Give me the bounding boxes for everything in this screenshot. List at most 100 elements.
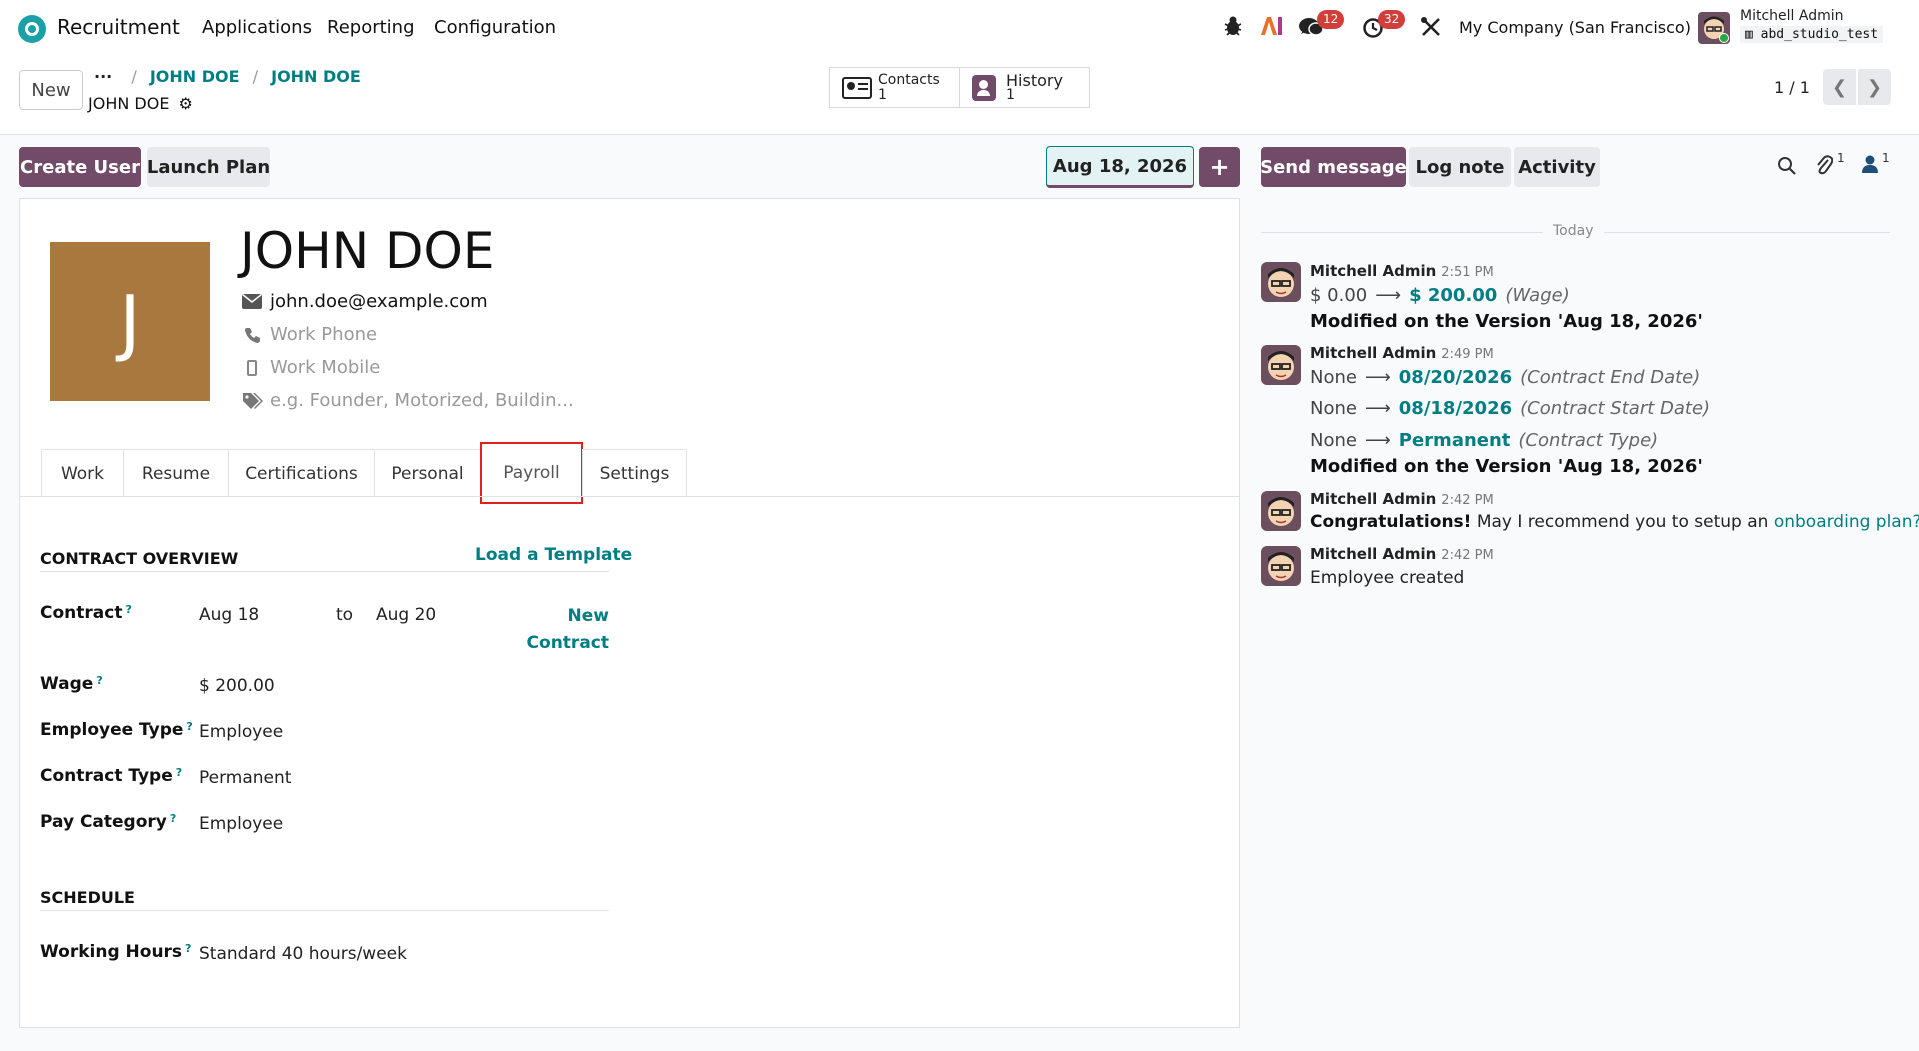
onboarding-plan-link[interactable]: onboarding plan? <box>1774 512 1919 532</box>
gear-icon[interactable]: ⚙ <box>179 94 193 113</box>
search-icon[interactable] <box>1777 156 1797 176</box>
add-version-button[interactable]: + <box>1199 147 1240 187</box>
new-button[interactable]: New <box>19 70 83 110</box>
pager-previous-button[interactable]: ❮ <box>1823 69 1856 105</box>
envelope-icon <box>242 294 262 309</box>
create-user-button[interactable]: Create User <box>19 147 141 187</box>
mobile-icon <box>247 360 257 376</box>
record-name: JOHN DOE <box>88 94 170 113</box>
chatter-avatar[interactable] <box>1261 546 1301 586</box>
activity-button[interactable]: Activity <box>1514 147 1600 187</box>
employee-avatar[interactable]: J <box>50 242 210 401</box>
bug-icon[interactable] <box>1222 14 1244 38</box>
tracking-old-value: None <box>1310 367 1357 388</box>
message-author-name[interactable]: Mitchell Admin <box>1310 490 1436 508</box>
database-icon: ▥ <box>1745 27 1753 42</box>
wage-value[interactable]: $ 200.00 <box>199 676 275 696</box>
work-phone-input[interactable]: Work Phone <box>270 324 377 345</box>
company-switcher[interactable]: My Company (San Francisco) <box>1459 18 1691 37</box>
contacts-smart-button[interactable]: Contacts 1 <box>829 67 960 108</box>
avatar-initial: J <box>119 279 141 364</box>
tracking-field-name: (Contract Type) <box>1518 430 1659 451</box>
launch-plan-button[interactable]: Launch Plan <box>147 147 270 187</box>
app-logo-icon[interactable] <box>18 15 46 43</box>
tab-resume[interactable]: Resume <box>123 449 229 497</box>
phone-icon <box>244 326 262 344</box>
message-author-name[interactable]: Mitchell Admin <box>1310 344 1436 362</box>
followers-icon[interactable]: 1 <box>1861 151 1895 178</box>
user-name[interactable]: Mitchell Admin <box>1740 8 1844 24</box>
employee-name[interactable]: JOHN DOE <box>240 222 494 280</box>
ai-icon[interactable] <box>1259 15 1283 37</box>
work-mobile-input[interactable]: Work Mobile <box>270 357 380 378</box>
tracking-new-value: 08/18/2026 <box>1398 398 1513 419</box>
pay-category-help-icon[interactable]: ? <box>170 812 176 825</box>
pay-category-label: Pay Category? <box>40 812 176 832</box>
tags-input[interactable]: e.g. Founder, Motorized, Buildin... <box>270 390 574 411</box>
pay-category-value[interactable]: Employee <box>199 814 283 834</box>
email-field[interactable]: john.doe@example.com <box>270 291 488 312</box>
menu-reporting[interactable]: Reporting <box>327 17 415 38</box>
tracking-new-value: Permanent <box>1398 430 1511 451</box>
contract-label-text: Contract <box>40 603 123 623</box>
chatter-avatar[interactable] <box>1261 345 1301 385</box>
working-hours-value[interactable]: Standard 40 hours/week <box>199 944 407 964</box>
tracking-new-value: $ 200.00 <box>1409 285 1498 306</box>
messages-icon[interactable]: 12 <box>1298 10 1345 38</box>
tab-certifications[interactable]: Certifications <box>228 449 375 497</box>
tab-settings[interactable]: Settings <box>582 449 687 497</box>
record-title: JOHN DOE ⚙ <box>88 94 193 113</box>
database-name: ▥ abd_studio_test <box>1740 26 1884 43</box>
message-author-name[interactable]: Mitchell Admin <box>1310 262 1436 280</box>
app-name[interactable]: Recruitment <box>57 15 180 39</box>
tracking-field-name: (Contract Start Date) <box>1520 398 1711 419</box>
employee-type-help-icon[interactable]: ? <box>186 720 192 733</box>
chatter-avatar[interactable] <box>1261 491 1301 531</box>
contract-help-icon[interactable]: ? <box>125 603 131 616</box>
log-note-button[interactable]: Log note <box>1409 147 1511 187</box>
contract-end-date[interactable]: Aug 20 <box>376 605 436 625</box>
pager-next-button[interactable]: ❯ <box>1858 69 1891 105</box>
breadcrumb-item-2[interactable]: JOHN DOE <box>271 67 361 86</box>
plus-icon: + <box>1209 153 1230 181</box>
wage-label-text: Wage <box>40 674 94 694</box>
working-hours-help-icon[interactable]: ? <box>185 942 191 955</box>
contract-type-help-icon[interactable]: ? <box>176 766 182 779</box>
tools-icon[interactable] <box>1420 16 1442 38</box>
activity-clock-icon[interactable]: 32 <box>1362 10 1406 39</box>
message-time: 2:42 PM <box>1441 493 1494 508</box>
tab-payroll[interactable]: Payroll <box>480 442 583 504</box>
message-text: May I recommend you to setup an <box>1476 512 1769 532</box>
tracking-old-value: $ 0.00 <box>1310 285 1368 306</box>
tracking-old-value: None <box>1310 430 1357 451</box>
tab-work[interactable]: Work <box>41 449 124 497</box>
employee-type-label: Employee Type? <box>40 720 193 740</box>
chatter-avatar[interactable] <box>1261 262 1301 302</box>
breadcrumb-more-icon[interactable]: ··· <box>94 67 112 86</box>
contract-type-label-text: Contract Type <box>40 766 173 786</box>
load-template-button[interactable]: Load a Template <box>475 545 632 565</box>
user-avatar[interactable] <box>1698 12 1730 44</box>
contract-type-value[interactable]: Permanent <box>199 768 291 788</box>
history-smart-button[interactable]: History 1 <box>959 67 1090 108</box>
tags-icon <box>242 392 264 410</box>
wage-help-icon[interactable]: ? <box>96 674 102 687</box>
version-date-button[interactable]: Aug 18, 2026 <box>1046 146 1194 188</box>
message-author: Mitchell Admin 2:42 PM <box>1310 490 1494 508</box>
pager-value[interactable]: 1 / 1 <box>1774 78 1810 97</box>
tracking-line: $ 0.00 ⟶ $ 200.00 (Wage) <box>1310 285 1570 306</box>
menu-applications[interactable]: Applications <box>202 17 312 38</box>
tracking-field-name: (Contract End Date) <box>1520 367 1701 388</box>
send-message-button[interactable]: Send message <box>1260 147 1407 187</box>
new-contract-button[interactable]: New Contract <box>520 603 609 657</box>
breadcrumb-item-1[interactable]: JOHN DOE <box>150 67 240 86</box>
tab-personal[interactable]: Personal <box>374 449 481 497</box>
message-author-name[interactable]: Mitchell Admin <box>1310 545 1436 563</box>
employee-type-value[interactable]: Employee <box>199 722 283 742</box>
tracking-line: None ⟶ 08/18/2026 (Contract Start Date) <box>1310 398 1710 419</box>
contract-start-date[interactable]: Aug 18 <box>199 605 259 625</box>
message-strong-text: Congratulations! <box>1310 512 1472 532</box>
attachments-paperclip-icon[interactable]: 1 <box>1815 151 1849 178</box>
menu-configuration[interactable]: Configuration <box>434 17 556 38</box>
messages-badge: 12 <box>1317 10 1345 29</box>
